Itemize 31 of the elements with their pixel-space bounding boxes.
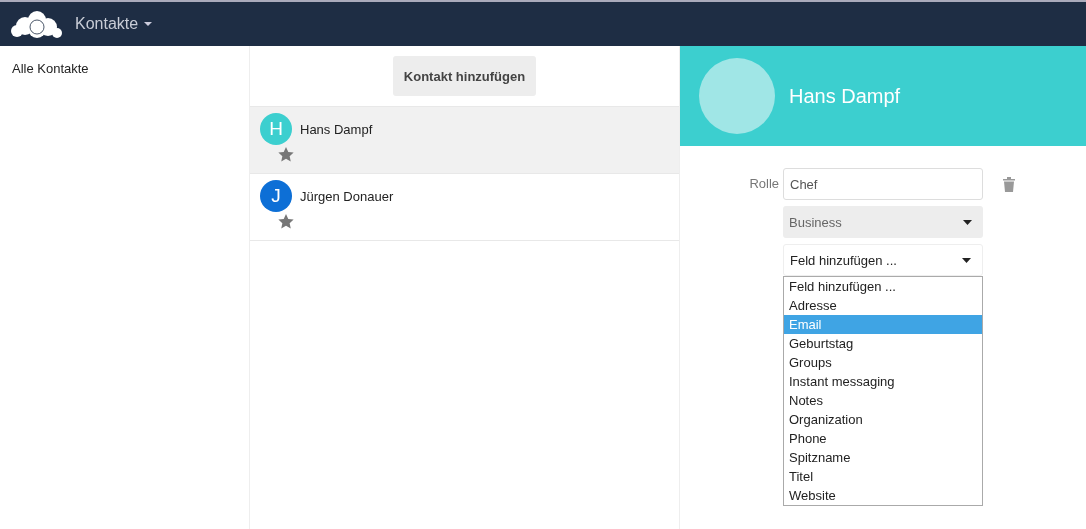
dropdown-option[interactable]: Spitzname (784, 448, 982, 467)
trash-icon[interactable] (1003, 177, 1015, 192)
app-menu-button[interactable]: Kontakte (75, 15, 153, 33)
dropdown-option[interactable]: Adresse (784, 296, 982, 315)
dropdown-option[interactable]: Groups (784, 353, 982, 372)
cloud-logo-icon[interactable] (11, 9, 63, 39)
contact-name: Jürgen Donauer (300, 188, 394, 204)
caret-icon (144, 21, 153, 27)
contact-item[interactable]: H Hans Dampf (250, 107, 679, 174)
avatar: J (260, 180, 292, 212)
dropdown-option[interactable]: Website (784, 486, 982, 505)
contact-name: Hans Dampf (300, 121, 373, 137)
role-field[interactable]: Chef (783, 168, 983, 200)
field-label: Rolle (748, 175, 779, 193)
dropdown-option[interactable]: Notes (784, 391, 982, 410)
caret-icon (962, 257, 971, 263)
dropdown-option[interactable]: Instant messaging (784, 372, 982, 391)
sidebar-item[interactable]: Alle Kontakte (0, 60, 249, 78)
add-contact-button[interactable]: Kontakt hinzufügen (392, 56, 537, 96)
dropdown-option[interactable]: Phone (784, 429, 982, 448)
dropdown-option[interactable]: Organization (784, 410, 982, 429)
contact-name: Hans Dampf (789, 84, 901, 108)
dropdown-option[interactable]: Feld hinzufügen ... (784, 277, 982, 296)
type-select[interactable]: Business (783, 206, 983, 238)
star-icon[interactable] (278, 147, 294, 162)
star-icon[interactable] (278, 214, 294, 229)
dropdown-option[interactable]: Titel (784, 467, 982, 486)
add-field-select[interactable]: Feld hinzufügen ... (783, 244, 983, 276)
dropdown-option[interactable]: Geburtstag (784, 334, 982, 353)
caret-icon (963, 219, 972, 225)
avatar: H (260, 113, 292, 145)
